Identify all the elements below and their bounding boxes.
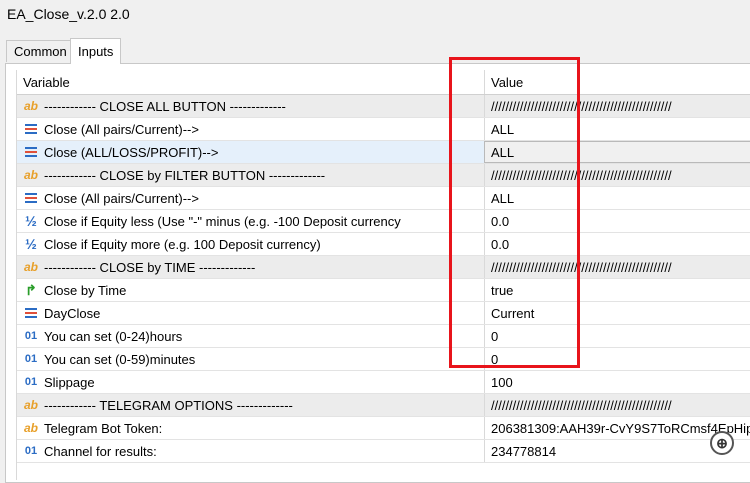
value-cell[interactable]: 100 — [484, 371, 750, 393]
tab-inputs[interactable]: Inputs — [70, 38, 122, 64]
variable-cell[interactable]: 01 Channel for results: — [17, 440, 484, 462]
value-cell[interactable]: ////////////////////////////////////////… — [484, 164, 750, 186]
variable-label: Channel for results: — [44, 443, 157, 459]
variable-cell[interactable]: ab ------------ TELEGRAM OPTIONS --------… — [17, 394, 484, 416]
value-cell[interactable]: Current — [484, 302, 750, 324]
enum-icon — [25, 307, 37, 319]
variable-cell[interactable]: 01 You can set (0-24)hours — [17, 325, 484, 347]
input-row[interactable]: 01 Channel for results: 234778814 — [17, 440, 750, 463]
half-icon: ½ — [25, 236, 37, 252]
grid-header: Variable Value — [17, 70, 750, 95]
input-row[interactable]: ½ Close if Equity more (e.g. 100 Deposit … — [17, 233, 750, 256]
section-row[interactable]: ab ------------ CLOSE by FILTER BUTTON --… — [17, 164, 750, 187]
input-row[interactable]: Close (All pairs/Current)--> ALL — [17, 187, 750, 210]
variable-label: Slippage — [44, 374, 95, 390]
input-row[interactable]: Close (All pairs/Current)--> ALL — [17, 118, 750, 141]
variable-label: Close (ALL/LOSS/PROFIT)--> — [44, 144, 219, 160]
variable-cell[interactable]: Close (ALL/LOSS/PROFIT)--> — [17, 141, 484, 163]
variable-label: You can set (0-59)minutes — [44, 351, 196, 367]
input-row[interactable]: 01 You can set (0-24)hours 0 — [17, 325, 750, 348]
value-cell[interactable]: 0 — [484, 325, 750, 347]
value-cell[interactable]: ALL — [484, 141, 750, 163]
value-cell[interactable]: ////////////////////////////////////////… — [484, 394, 750, 416]
ab-icon: ab — [23, 168, 38, 182]
variable-cell[interactable]: ab ------------ CLOSE ALL BUTTON --------… — [17, 95, 484, 117]
variable-cell[interactable]: ½ Close if Equity more (e.g. 100 Deposit … — [17, 233, 484, 255]
ab-icon: ab — [23, 99, 38, 113]
input-row[interactable]: ½ Close if Equity less (Use "-" minus (e.… — [17, 210, 750, 233]
input-row[interactable]: ab Telegram Bot Token: 206381309:AAH39r-Cv… — [17, 417, 750, 440]
value-cell[interactable]: 0.0 — [484, 233, 750, 255]
variable-label: ------------ TELEGRAM OPTIONS ----------… — [44, 397, 293, 413]
ab-icon: ab — [23, 421, 38, 435]
section-row[interactable]: ab ------------ TELEGRAM OPTIONS --------… — [17, 394, 750, 417]
variable-cell[interactable]: ↱ Close by Time — [17, 279, 484, 301]
int-01-icon: 01 — [24, 376, 38, 388]
variable-label: Close (All pairs/Current)--> — [44, 121, 199, 137]
variable-cell[interactable]: 01 You can set (0-59)minutes — [17, 348, 484, 370]
value-cell[interactable]: 0.0 — [484, 210, 750, 232]
value-cell[interactable]: ////////////////////////////////////////… — [484, 95, 750, 117]
variable-cell[interactable]: ab Telegram Bot Token: — [17, 417, 484, 439]
variable-label: Close if Equity more (e.g. 100 Deposit c… — [44, 236, 321, 252]
input-row[interactable]: Close (ALL/LOSS/PROFIT)--> ALL — [17, 141, 750, 164]
variable-label: ------------ CLOSE ALL BUTTON ----------… — [44, 98, 286, 114]
value-cell[interactable]: 206381309:AAH39r-CvY9S7ToRCmsf4EpHipoh — [484, 417, 750, 439]
variable-cell[interactable]: DayClose — [17, 302, 484, 324]
enum-icon — [25, 146, 37, 158]
column-header-variable[interactable]: Variable — [17, 70, 484, 94]
window-title: EA_Close_v.2.0 2.0 — [7, 6, 130, 22]
variable-label: You can set (0-24)hours — [44, 328, 183, 344]
value-cell[interactable]: 0 — [484, 348, 750, 370]
variable-cell[interactable]: ½ Close if Equity less (Use "-" minus (e.… — [17, 210, 484, 232]
variable-label: Close if Equity less (Use "-" minus (e.g… — [44, 213, 401, 229]
half-icon: ½ — [25, 213, 37, 229]
variable-label: Close (All pairs/Current)--> — [44, 190, 199, 206]
variable-label: ------------ CLOSE by FILTER BUTTON ----… — [44, 167, 326, 183]
variable-label: DayClose — [44, 305, 101, 321]
ab-icon: ab — [23, 260, 38, 274]
value-cell[interactable]: ALL — [484, 187, 750, 209]
variable-label: Telegram Bot Token: — [44, 420, 163, 436]
column-header-value[interactable]: Value — [484, 70, 750, 94]
variable-cell[interactable]: ab ------------ CLOSE by FILTER BUTTON --… — [17, 164, 484, 186]
int-01-icon: 01 — [24, 330, 38, 342]
input-row[interactable]: 01 You can set (0-59)minutes 0 — [17, 348, 750, 371]
int-01-icon: 01 — [24, 353, 38, 365]
bool-arrow-icon: ↱ — [25, 281, 37, 298]
input-row[interactable]: DayClose Current — [17, 302, 750, 325]
value-cell[interactable]: true — [484, 279, 750, 301]
variable-cell[interactable]: Close (All pairs/Current)--> — [17, 187, 484, 209]
value-cell[interactable]: ALL — [484, 118, 750, 140]
value-cell[interactable]: ////////////////////////////////////////… — [484, 256, 750, 278]
variable-cell[interactable]: Close (All pairs/Current)--> — [17, 118, 484, 140]
input-row[interactable]: 01 Slippage 100 — [17, 371, 750, 394]
variable-label: Close by Time — [44, 282, 127, 298]
enum-icon — [25, 192, 37, 204]
variable-label: ------------ CLOSE by TIME ------------- — [44, 259, 256, 275]
variable-cell[interactable]: 01 Slippage — [17, 371, 484, 393]
tab-common[interactable]: Common — [6, 40, 75, 62]
variable-cell[interactable]: ab ------------ CLOSE by TIME -----------… — [17, 256, 484, 278]
inputs-grid: Variable Value ab ------------ CLOSE ALL … — [16, 70, 750, 480]
zoom-in-icon[interactable]: ⊕ — [710, 431, 734, 455]
ab-icon: ab — [23, 398, 38, 412]
enum-icon — [25, 123, 37, 135]
section-row[interactable]: ab ------------ CLOSE by TIME -----------… — [17, 256, 750, 279]
section-row[interactable]: ab ------------ CLOSE ALL BUTTON --------… — [17, 95, 750, 118]
int-01-icon: 01 — [24, 445, 38, 457]
input-row[interactable]: ↱ Close by Time true — [17, 279, 750, 302]
